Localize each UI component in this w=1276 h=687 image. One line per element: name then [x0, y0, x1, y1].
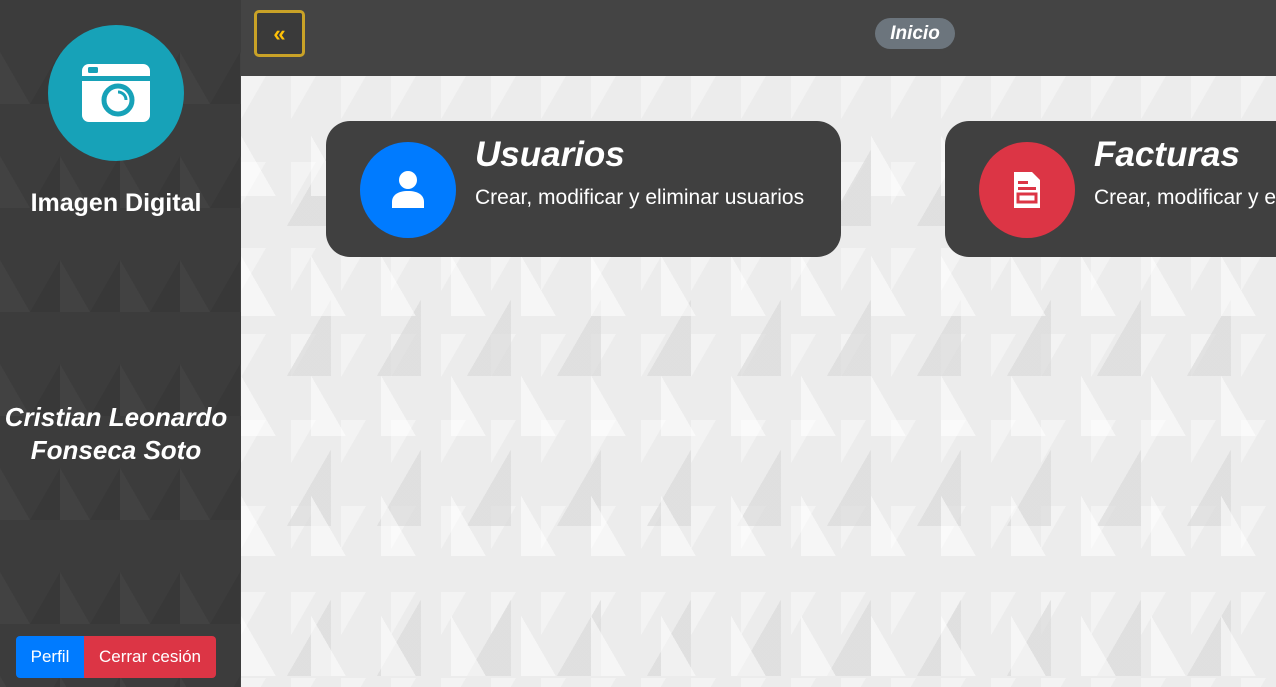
users-card-icon-circle [360, 142, 456, 238]
invoices-card-icon-circle [979, 142, 1075, 238]
camera-icon [82, 64, 150, 122]
main-content: Usuarios Crear, modificar y eliminar usu… [241, 76, 1276, 687]
users-card[interactable]: Usuarios Crear, modificar y eliminar usu… [326, 121, 841, 257]
double-chevron-left-icon: « [273, 20, 286, 46]
invoices-card[interactable]: Facturas Crear, modificar y eliminar fac… [945, 121, 1276, 257]
account-actions: Perfil Cerrar cesión [16, 636, 216, 678]
logo [48, 25, 184, 161]
top-bar: « Inicio [241, 0, 1276, 76]
logout-button[interactable]: Cerrar cesión [84, 636, 216, 678]
user-name: Cristian Leonardo Fonseca Soto [4, 402, 228, 465]
invoice-icon [1014, 172, 1040, 208]
sidebar: Imagen Digital Cristian Leonardo Fonseca… [0, 0, 241, 687]
user-icon [392, 171, 424, 208]
breadcrumb: Inicio [875, 18, 955, 49]
users-card-description: Crear, modificar y eliminar usuarios [475, 186, 805, 209]
users-card-title: Usuarios [475, 135, 625, 174]
invoices-card-description: Crear, modificar y eliminar facturas [1094, 186, 1276, 209]
invoices-card-title: Facturas [1094, 135, 1240, 174]
brand-name: Imagen Digital [30, 189, 202, 217]
profile-button[interactable]: Perfil [16, 636, 84, 678]
sidebar-toggle-button[interactable]: « [254, 10, 305, 57]
